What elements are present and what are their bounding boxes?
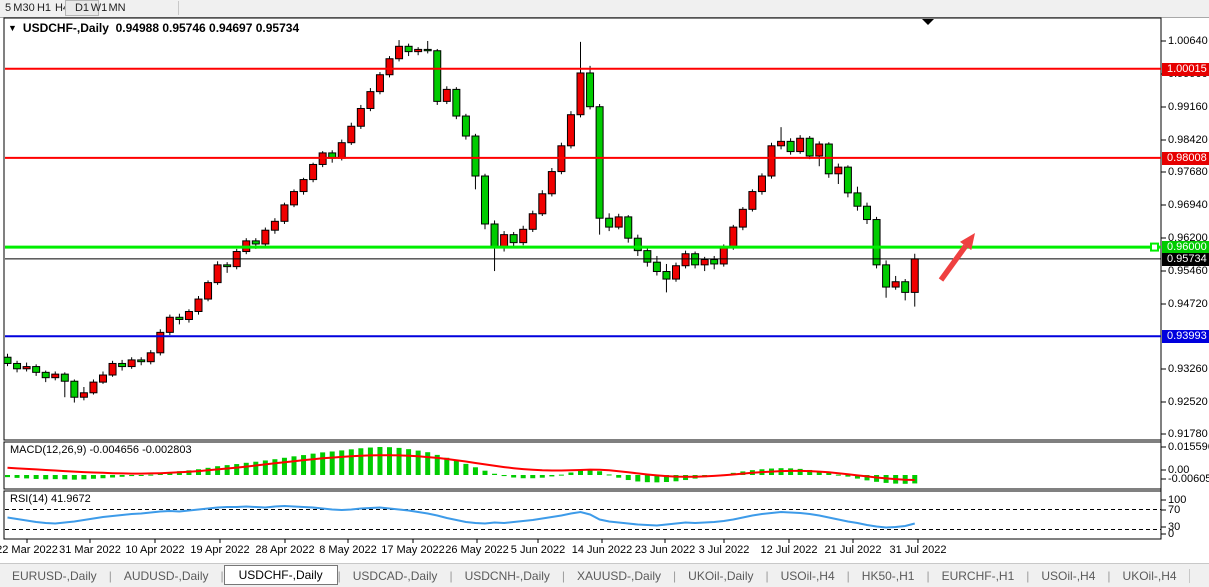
price-tick-label: 0.95460 bbox=[1168, 265, 1209, 277]
symbol-name: USDCHF-,Daily bbox=[23, 21, 109, 35]
indicator-level-label: 0 bbox=[1168, 528, 1209, 540]
tab-ukoil-daily[interactable]: UKOil-,Daily bbox=[676, 567, 765, 585]
date-label: 5 Jun 2022 bbox=[511, 544, 565, 556]
rsi-indicator-label: RSI(14) 41.9672 bbox=[10, 493, 91, 505]
macd-indicator-label: MACD(12,26,9) -0.004656 -0.002803 bbox=[10, 444, 192, 456]
price-tick-label: 0.96940 bbox=[1168, 199, 1209, 211]
date-label: 10 Apr 2022 bbox=[125, 544, 184, 556]
trading-platform-window: 5M30H1H4D1W1MN ▼USDCHF-,Daily 0.94988 0.… bbox=[0, 0, 1209, 587]
date-label: 12 Jul 2022 bbox=[761, 544, 818, 556]
symbol-dropdown-icon[interactable]: ▼ bbox=[8, 23, 17, 33]
date-label: 28 Apr 2022 bbox=[255, 544, 314, 556]
price-tick-label: 0.93260 bbox=[1168, 363, 1209, 375]
tab-xauusd-daily[interactable]: XAUUSD-,Daily bbox=[565, 567, 673, 585]
date-label: 14 Jun 2022 bbox=[572, 544, 633, 556]
date-label: 8 May 2022 bbox=[319, 544, 376, 556]
indicator-level-label: -0.006055 bbox=[1168, 473, 1209, 485]
tab-audusd-daily[interactable]: AUDUSD-,Daily bbox=[112, 567, 221, 585]
indicator-level-label: 0.015596 bbox=[1168, 441, 1209, 453]
tab-usoil-h4[interactable]: USOil-,H4 bbox=[1029, 567, 1107, 585]
price-badge-0.95734: 0.95734 bbox=[1162, 253, 1209, 266]
price-badge-1.00015: 1.00015 bbox=[1162, 63, 1209, 76]
date-label: 3 Jul 2022 bbox=[699, 544, 750, 556]
date-label: 17 May 2022 bbox=[381, 544, 445, 556]
chart-title: ▼ USDCHF-,Daily 0.94988 0.95746 0.94697 0… bbox=[8, 21, 299, 35]
date-label: 26 May 2022 bbox=[445, 544, 509, 556]
tab-usdcad-daily[interactable]: USDCAD-,Daily bbox=[341, 567, 450, 585]
tab-eurchf-h1[interactable]: EURCHF-,H1 bbox=[930, 567, 1027, 585]
date-label: 19 Apr 2022 bbox=[190, 544, 249, 556]
price-badge-0.98008: 0.98008 bbox=[1162, 152, 1209, 165]
hline-handle[interactable] bbox=[1151, 244, 1158, 251]
rsi-pane bbox=[4, 491, 1161, 539]
price-tick-label: 0.92520 bbox=[1168, 396, 1209, 408]
date-label: 23 Jun 2022 bbox=[635, 544, 696, 556]
price-tick-label: 0.98420 bbox=[1168, 134, 1209, 146]
tab-usoil-h4[interactable]: USOil-,H4 bbox=[769, 567, 847, 585]
tabbar-separator bbox=[1189, 569, 1190, 583]
price-tick-label: 0.97680 bbox=[1168, 166, 1209, 178]
indicator-level-label: 70 bbox=[1168, 504, 1209, 516]
tab-eurusd-daily[interactable]: EURUSD-,Daily bbox=[0, 567, 109, 585]
date-label: 22 Mar 2022 bbox=[0, 544, 58, 556]
price-tick-label: 0.99160 bbox=[1168, 101, 1209, 113]
tab-hk50-h1[interactable]: HK50-,H1 bbox=[850, 567, 927, 585]
tab-usdcnh-daily[interactable]: USDCNH-,Daily bbox=[453, 567, 562, 585]
ohlc-values: 0.94988 0.95746 0.94697 0.95734 bbox=[116, 21, 300, 35]
tab-ukoil-h4[interactable]: UKOil-,H4 bbox=[1111, 567, 1189, 585]
date-label: 21 Jul 2022 bbox=[825, 544, 882, 556]
chart-canvas bbox=[0, 0, 1209, 587]
date-label: 31 Mar 2022 bbox=[59, 544, 121, 556]
price-badge-0.93993: 0.93993 bbox=[1162, 330, 1209, 343]
tab-usdchf-daily[interactable]: USDCHF-,Daily bbox=[224, 565, 338, 585]
price-tick-label: 1.00640 bbox=[1168, 35, 1209, 47]
symbol-tab-bar: EURUSD-,Daily|AUDUSD-,Daily|USDCHF-,Dail… bbox=[0, 563, 1209, 587]
price-tick-label: 0.91780 bbox=[1168, 428, 1209, 440]
price-tick-label: 0.94720 bbox=[1168, 298, 1209, 310]
date-label: 31 Jul 2022 bbox=[890, 544, 947, 556]
